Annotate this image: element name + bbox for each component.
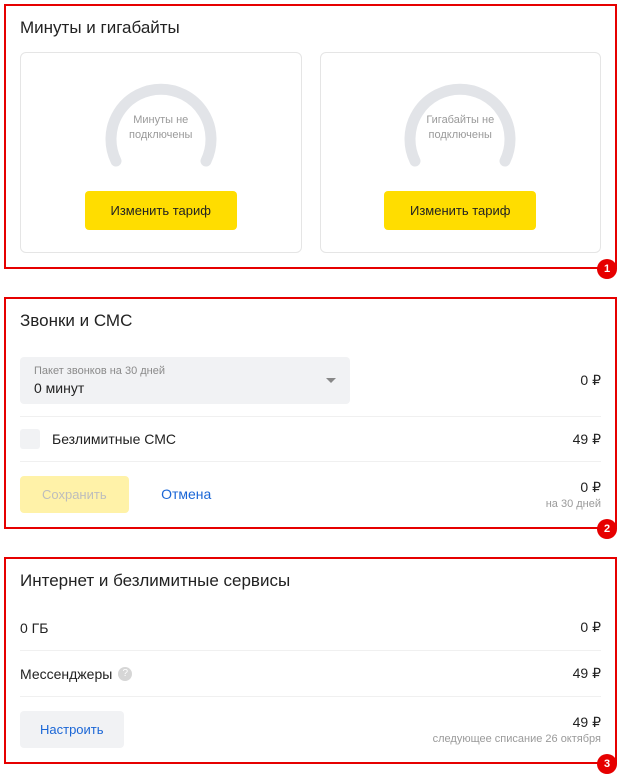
row-messengers: Мессенджеры ? 49 ₽	[20, 651, 601, 697]
row-call-package: Пакет звонков на 30 дней 0 минут 0 ₽	[20, 345, 601, 417]
total-price: 0 ₽	[546, 479, 601, 496]
total-price: 49 ₽	[433, 714, 601, 731]
gauge-gb: Гигабайты не подключены	[395, 71, 525, 171]
panel-title: Интернет и безлимитные сервисы	[20, 571, 601, 591]
sms-checkbox[interactable]	[20, 429, 40, 449]
gauge-text-line2: подключены	[411, 128, 509, 143]
cards-row: Минуты не подключены Изменить тариф Гига…	[20, 52, 601, 253]
change-tariff-button[interactable]: Изменить тариф	[384, 191, 536, 230]
data-price: 0 ₽	[580, 619, 601, 636]
save-button[interactable]: Сохранить	[20, 476, 129, 513]
configure-button[interactable]: Настроить	[20, 711, 124, 748]
call-package-select[interactable]: Пакет звонков на 30 дней 0 минут	[20, 357, 350, 404]
help-icon[interactable]: ?	[118, 667, 132, 681]
row-sms: Безлимитные СМС 49 ₽	[20, 417, 601, 462]
chevron-down-icon	[326, 378, 336, 383]
panel-minutes-gb: Минуты и гигабайты Минуты не подключены …	[4, 4, 617, 269]
messengers-label: Мессенджеры	[20, 666, 112, 682]
panel-title: Звонки и СМС	[20, 311, 601, 331]
annotation-marker: 3	[597, 754, 617, 774]
card-minutes: Минуты не подключены Изменить тариф	[20, 52, 302, 253]
select-value: 0 минут	[34, 380, 165, 396]
change-tariff-button[interactable]: Изменить тариф	[85, 191, 237, 230]
messengers-price: 49 ₽	[573, 665, 601, 682]
next-charge: следующее списание 26 октября	[433, 733, 601, 745]
annotation-marker: 2	[597, 519, 617, 539]
gauge-text-line2: подключены	[112, 128, 210, 143]
select-label: Пакет звонков на 30 дней	[34, 365, 165, 378]
total-period: на 30 дней	[546, 498, 601, 510]
sms-label: Безлимитные СМС	[52, 431, 176, 447]
panel-calls-sms: Звонки и СМС Пакет звонков на 30 дней 0 …	[4, 297, 617, 529]
gauge-text-line1: Гигабайты не	[411, 113, 509, 128]
panel-internet: Интернет и безлимитные сервисы 0 ГБ 0 ₽ …	[4, 557, 617, 764]
footer-row: Сохранить Отмена 0 ₽ на 30 дней	[20, 462, 601, 513]
data-label: 0 ГБ	[20, 620, 48, 636]
gauge-minutes: Минуты не подключены	[96, 71, 226, 171]
annotation-marker: 1	[597, 259, 617, 279]
call-package-price: 0 ₽	[580, 372, 601, 389]
cancel-button[interactable]: Отмена	[161, 486, 211, 502]
card-gb: Гигабайты не подключены Изменить тариф	[320, 52, 602, 253]
row-data: 0 ГБ 0 ₽	[20, 605, 601, 651]
panel-title: Минуты и гигабайты	[20, 18, 601, 38]
gauge-text-line1: Минуты не	[112, 113, 210, 128]
footer-row: Настроить 49 ₽ следующее списание 26 окт…	[20, 697, 601, 748]
sms-price: 49 ₽	[573, 431, 601, 448]
